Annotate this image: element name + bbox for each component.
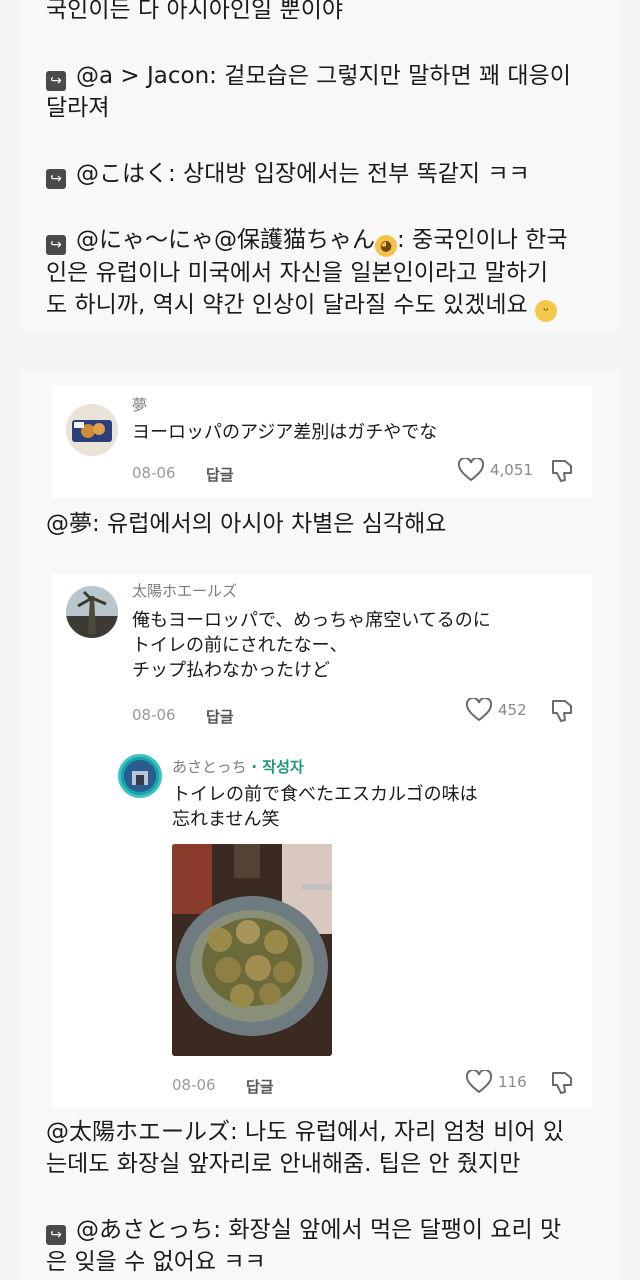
like-button[interactable]: 116	[466, 1070, 527, 1094]
crying-face-emoji-icon: ᵕ	[535, 300, 558, 322]
like-count: 452	[498, 701, 527, 719]
reply-arrow-icon: ↪	[46, 1225, 66, 1245]
post-line: 도 하니까, 역시 약간 인상이 달라질 수도 있겠네요 ᵕ	[46, 289, 596, 322]
reply-translation: ↪ @にゃ〜にゃ@保護猫ちゃん ◕: 중국인이나 한국	[46, 224, 596, 257]
post-line: 국인이든 다 아시아인일 뿐이야	[46, 0, 344, 23]
avatar[interactable]	[66, 586, 118, 638]
avatar[interactable]	[66, 404, 118, 456]
reply-button[interactable]: 답글	[206, 464, 234, 485]
reply-translation: ↪ @あさとっち: 화장실 앞에서 먹은 달팽이 요리 맛	[46, 1214, 561, 1246]
translation-text: ↪ @あさとっち: 화장실 앞에서 먹은 달팽이 요리 맛 은 잊을 수 없어요 …	[46, 1214, 561, 1278]
username[interactable]: あさとっち · 작성자	[172, 756, 304, 777]
post-line: 인은 유럽이나 미국에서 자신을 일본인이라고 말하기	[46, 260, 549, 286]
comment-text-line: 忘れません笑	[172, 809, 280, 830]
reply-translation: ↪ @こはく: 상대방 입장에서는 전부 똑같지 ㅋㅋ	[46, 158, 596, 190]
reply-arrow-icon: ↪	[46, 235, 66, 255]
translation-line: 은 잊을 수 없어요 ㅋㅋ	[46, 1249, 266, 1275]
dislike-button[interactable]	[550, 698, 576, 728]
comment-text: ヨーロッパのアジア差別はガチやでな	[132, 422, 438, 443]
post-line: 달라져	[46, 95, 110, 121]
comment-text-line: トイレの前にされたなー、	[132, 635, 348, 656]
dislike-button[interactable]	[550, 458, 576, 488]
comment-card: 太陽ホエールズ 俺もヨーロッパで、めっちゃ席空いてるのに トイレの前にされたなー…	[52, 574, 592, 1108]
comment-date: 08-06	[172, 1076, 216, 1094]
translation-line: 는데도 화장실 앞자리로 안내해줌. 팁은 안 줬지만	[46, 1151, 521, 1177]
comment-text-line: チップ払わなかったけど	[132, 660, 330, 681]
heart-icon	[466, 1070, 492, 1094]
translation-line: @太陽ホエールズ: 나도 유럽에서, 자리 엄청 비어 있	[46, 1119, 565, 1145]
translation-text: @太陽ホエールズ: 나도 유럽에서, 자리 엄청 비어 있 는데도 화장실 앞자…	[46, 1116, 564, 1180]
like-count: 116	[498, 1073, 527, 1091]
comment-text-line: 俺もヨーロッパで、めっちゃ席空いてるのに	[132, 610, 491, 631]
like-count: 4,051	[490, 461, 533, 479]
like-button[interactable]: 452	[466, 698, 527, 722]
cat-emoji-icon: ◕	[375, 235, 397, 257]
comment-card: 夢 ヨーロッパのアジア差別はガチやでな 08-06 답글 4,051	[52, 386, 592, 498]
avatar[interactable]	[118, 754, 162, 798]
comment-date: 08-06	[132, 464, 176, 482]
thumbs-down-icon	[552, 700, 572, 722]
like-button[interactable]: 4,051	[458, 458, 533, 482]
comment-date: 08-06	[132, 706, 176, 724]
reply-arrow-icon: ↪	[46, 71, 66, 91]
escargot-photo[interactable]	[172, 844, 332, 1056]
username[interactable]: 太陽ホエールズ	[132, 580, 237, 601]
thumbs-down-icon	[552, 1072, 572, 1094]
top-post-text: 국인이든 다 아시아인일 뿐이야 ↪ @a > Jacon: 겉모습은 그렇지만 …	[20, 0, 620, 332]
dislike-button[interactable]	[550, 1070, 576, 1100]
thumbs-down-icon	[552, 460, 572, 482]
reply-button[interactable]: 답글	[206, 706, 234, 727]
heart-icon	[466, 698, 492, 722]
reply-arrow-icon: ↪	[46, 169, 66, 189]
translation-text: @夢: 유럽에서의 아시아 차별은 심각해요	[46, 511, 447, 537]
comment-text-line: トイレの前で食べたエスカルゴの味は	[172, 784, 478, 805]
username[interactable]: 夢	[132, 394, 147, 415]
heart-icon	[458, 458, 484, 482]
reply-button[interactable]: 답글	[246, 1076, 274, 1097]
author-badge: · 작성자	[251, 758, 304, 776]
reply-translation: ↪ @a > Jacon: 겉모습은 그렇지만 말하면 꽤 대응이	[46, 60, 596, 92]
